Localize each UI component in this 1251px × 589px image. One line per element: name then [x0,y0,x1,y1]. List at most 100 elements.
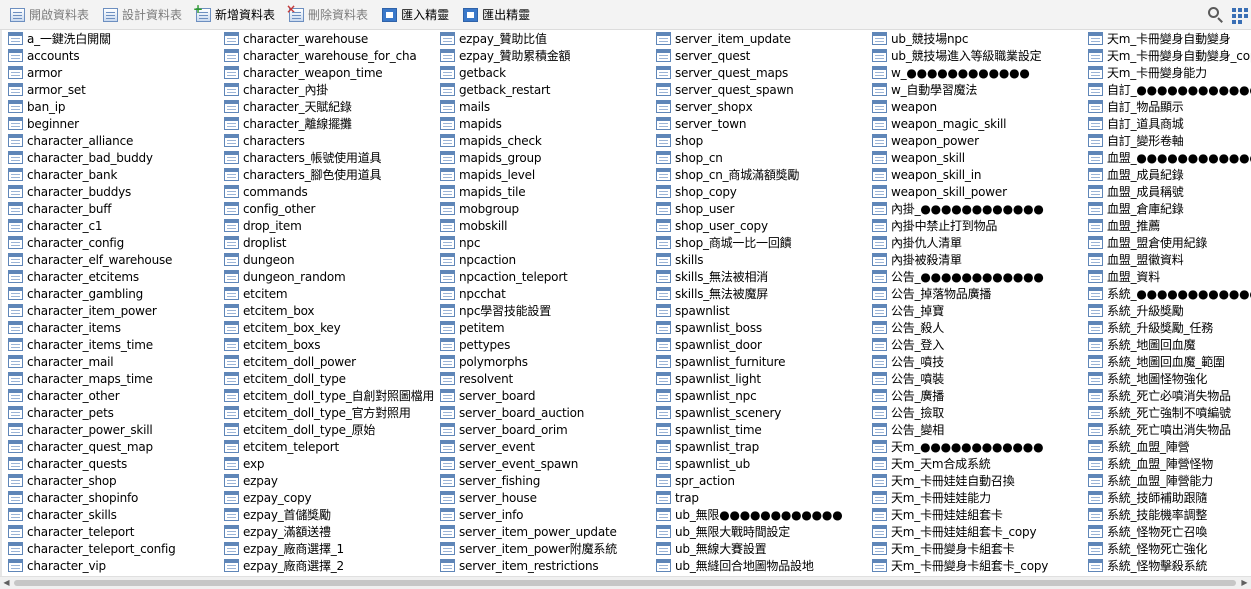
table-list-item[interactable]: etcitem_box_key [224,319,436,336]
table-list-item[interactable]: 系統_●●●●●●●●●●●● [1088,285,1251,302]
table-list-item[interactable]: etcitem_teleport [224,438,436,455]
table-list-item[interactable]: character_shop [8,472,218,489]
table-list-item[interactable]: shop_copy [656,183,868,200]
table-list-item[interactable]: mapids [440,115,652,132]
table-list-item[interactable]: character_etcitems [8,268,218,285]
table-list-item[interactable]: spawnlist [656,302,868,319]
table-list-item[interactable]: 系統_死亡必噴消失物品 [1088,387,1251,404]
table-list-item[interactable]: 血盟_推薦 [1088,217,1251,234]
table-list-item[interactable]: w_自動學習魔法 [872,81,1084,98]
table-list-item[interactable]: ub_無限●●●●●●●●●●●● [656,506,868,523]
table-list-item[interactable]: 系統_升級獎勵_任務 [1088,319,1251,336]
table-list-item[interactable]: 自訂_變形卷軸 [1088,132,1251,149]
table-list-item[interactable]: server_shopx [656,98,868,115]
table-list-item[interactable]: etcitem_doll_power [224,353,436,370]
table-list-item[interactable]: weapon_skill_in [872,166,1084,183]
table-list-item[interactable]: 內掛仇人清單 [872,234,1084,251]
table-list-item[interactable]: spawnlist_npc [656,387,868,404]
table-list-item[interactable]: ezpay [224,472,436,489]
table-list-item[interactable]: ub_無縫回合地圖物品設地 [656,557,868,574]
table-list-item[interactable]: characters_腳色使用道具 [224,166,436,183]
table-list-item[interactable]: 自訂_道具商城 [1088,115,1251,132]
table-list-item[interactable]: character_item_power [8,302,218,319]
table-list-item[interactable]: resolvent [440,370,652,387]
table-list-item[interactable]: ub_無線大賽設置 [656,540,868,557]
table-list-item[interactable]: spawnlist_ub [656,455,868,472]
table-list-item[interactable]: weapon_skill_power [872,183,1084,200]
table-list-item[interactable]: 公告_掉寶 [872,302,1084,319]
table-list-item[interactable]: spawnlist_furniture [656,353,868,370]
table-list-item[interactable]: mapids_check [440,132,652,149]
table-list-item[interactable]: spr_action [656,472,868,489]
table-list-item[interactable]: characters [224,132,436,149]
table-list-item[interactable]: character_bad_buddy [8,149,218,166]
table-list-item[interactable]: 公告_變相 [872,421,1084,438]
table-list-item[interactable]: 公告_噴裝 [872,370,1084,387]
table-list-item[interactable]: server_board_auction [440,404,652,421]
table-list-item[interactable]: ub_無限大戰時間設定 [656,523,868,540]
scroll-left-arrow-icon[interactable]: ◀ [0,577,13,589]
table-list-item[interactable]: 系統_怪物擊殺系統 [1088,557,1251,574]
table-list-item[interactable]: skills_無法被相消 [656,268,868,285]
search-button[interactable] [1207,6,1225,24]
table-list-item[interactable]: npc [440,234,652,251]
scroll-thumb[interactable] [14,580,1236,586]
table-list-item[interactable]: character_天賦紀錄 [224,98,436,115]
table-list-item[interactable]: 天m_卡冊娃娃自動召換 [872,472,1084,489]
table-list-item[interactable]: ub_競技場npc [872,30,1084,47]
table-list-item[interactable]: 公告_噴技 [872,353,1084,370]
table-list-item[interactable]: spawnlist_time [656,421,868,438]
table-list-item[interactable]: character_items_time [8,336,218,353]
table-list-item[interactable]: 天m_卡冊變身能力 [1088,64,1251,81]
table-list-item[interactable]: 血盟_盟徽資料 [1088,251,1251,268]
table-list-item[interactable]: npcchat [440,285,652,302]
table-list-item[interactable]: accounts [8,47,218,64]
table-list-item[interactable]: character_elf_warehouse [8,251,218,268]
table-list-item[interactable]: a_一鍵洗白開關 [8,30,218,47]
table-list-item[interactable]: server_quest [656,47,868,64]
table-list-item[interactable]: weapon_power [872,132,1084,149]
table-list-item[interactable]: 內掛被殺清單 [872,251,1084,268]
table-list-item[interactable]: mapids_level [440,166,652,183]
table-list-item[interactable]: spawnlist_scenery [656,404,868,421]
table-list-item[interactable]: 天m_卡冊娃娃組套卡_copy [872,523,1084,540]
table-list-item[interactable]: server_quest_maps [656,64,868,81]
table-list-item[interactable]: 天m_卡冊變身自動變身_copy [1088,47,1251,64]
table-list-item[interactable]: ub_競技場進入等級職業設定 [872,47,1084,64]
table-list-item[interactable]: server_item_update [656,30,868,47]
import-wizard-button[interactable]: 匯入精靈 [382,3,449,27]
table-list-item[interactable]: ban_ip [8,98,218,115]
table-list-item[interactable]: shop_cn [656,149,868,166]
table-list-item[interactable]: 自訂_●●●●●●●●●●●● [1088,81,1251,98]
table-list-item[interactable]: character_warehouse [224,30,436,47]
table-list-item[interactable]: 血盟_倉庫紀錄 [1088,200,1251,217]
table-list-item[interactable]: dungeon [224,251,436,268]
table-list-item[interactable]: 系統_升級獎勵 [1088,302,1251,319]
table-list-item[interactable]: beginner [8,115,218,132]
table-list-item[interactable]: getback_restart [440,81,652,98]
open-table-button[interactable]: 開啟資料表 [10,3,89,27]
table-list-item[interactable]: server_info [440,506,652,523]
table-list-item[interactable]: etcitem_box [224,302,436,319]
table-list-item[interactable]: character_teleport [8,523,218,540]
table-list-item[interactable]: server_fishing [440,472,652,489]
table-list-item[interactable]: mapids_tile [440,183,652,200]
table-list-item[interactable]: 自訂_物品顯示 [1088,98,1251,115]
table-list-item[interactable]: 血盟_成員稱號 [1088,183,1251,200]
table-list-item[interactable]: 系統_技師補助跟隨 [1088,489,1251,506]
table-list-item[interactable]: character_items [8,319,218,336]
table-list-item[interactable]: exp [224,455,436,472]
table-list-item[interactable]: 系統_死亡噴出消失物品 [1088,421,1251,438]
table-list-item[interactable]: character_warehouse_for_cha [224,47,436,64]
table-list-item[interactable]: 公告_登入 [872,336,1084,353]
table-list-item[interactable]: 系統_地圖回血魔_範圍 [1088,353,1251,370]
table-list-item[interactable]: 血盟_盟倉使用紀錄 [1088,234,1251,251]
table-list-item[interactable]: spawnlist_boss [656,319,868,336]
scroll-right-arrow-icon[interactable]: ▶ [1238,577,1251,589]
table-list-item[interactable]: server_town [656,115,868,132]
table-list-item[interactable]: 系統_怪物死亡強化 [1088,540,1251,557]
table-list-item[interactable]: drop_item [224,217,436,234]
table-list-item[interactable]: etcitem_doll_type [224,370,436,387]
table-list-item[interactable]: character_shopinfo [8,489,218,506]
table-list-item[interactable]: character_teleport_config [8,540,218,557]
